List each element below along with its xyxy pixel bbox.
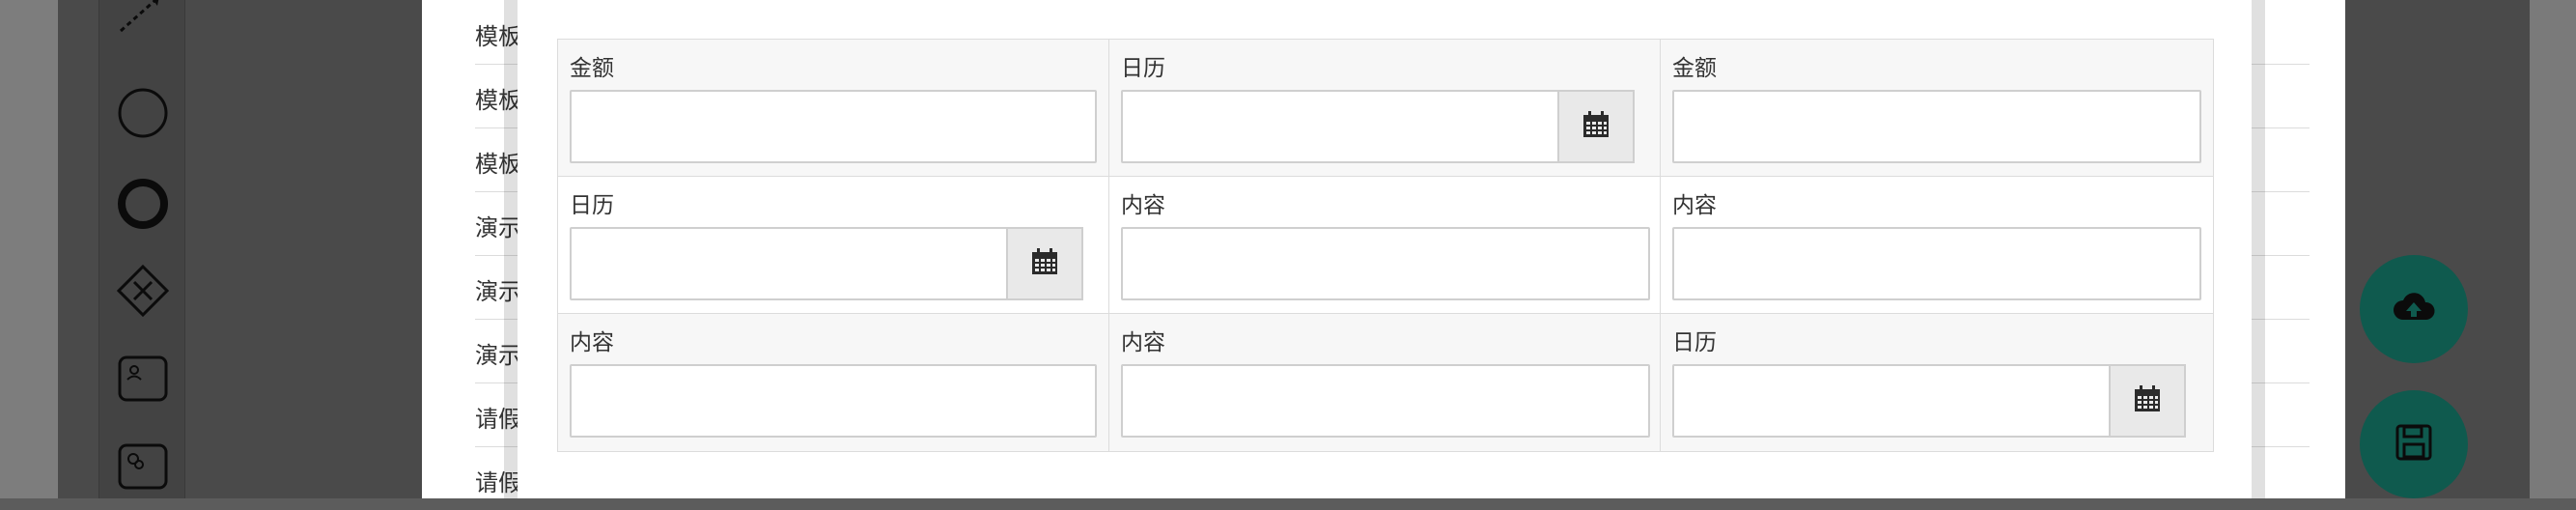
- calendar-button[interactable]: [1006, 227, 1083, 300]
- calendar-icon: [2133, 384, 2162, 417]
- form-cell: 日历: [558, 177, 1109, 314]
- date-input[interactable]: [1121, 90, 1559, 163]
- field-label: 日历: [1672, 330, 1717, 355]
- right-margin: [2530, 0, 2576, 498]
- form-cell: 日历: [1109, 40, 1661, 177]
- form-cell: 金额: [558, 40, 1109, 177]
- amount-input[interactable]: [1672, 90, 2201, 163]
- field-label: 内容: [570, 330, 614, 355]
- end-event-icon[interactable]: [117, 178, 169, 230]
- form-table: 金额 日历 金额 日历 内容 内容 内容 内容 日历: [557, 39, 2214, 452]
- start-event-icon[interactable]: [117, 87, 169, 139]
- date-input[interactable]: [1672, 364, 2111, 438]
- gateway-icon[interactable]: [117, 265, 169, 317]
- field-label: 日历: [570, 193, 614, 218]
- calendar-icon: [1030, 247, 1059, 280]
- form-cell: 日历: [1661, 314, 2213, 451]
- save-icon: [2394, 423, 2433, 466]
- content-input[interactable]: [1672, 227, 2201, 300]
- form-cell: 内容: [1109, 177, 1661, 314]
- field-label: 内容: [1672, 193, 1717, 218]
- save-button[interactable]: [2360, 390, 2468, 498]
- form-cell: 内容: [1109, 314, 1661, 451]
- content-input[interactable]: [1121, 227, 1650, 300]
- service-task-icon[interactable]: [117, 440, 169, 493]
- form-cell: 金额: [1661, 40, 2213, 177]
- cloud-upload-icon: [2392, 291, 2436, 327]
- tool-palette: [98, 0, 185, 498]
- form-cell: 内容: [1661, 177, 2213, 314]
- amount-input[interactable]: [570, 90, 1097, 163]
- date-input[interactable]: [570, 227, 1008, 300]
- calendar-button[interactable]: [2109, 364, 2186, 438]
- field-label: 内容: [1121, 330, 1165, 355]
- field-label: 金额: [570, 56, 614, 81]
- upload-button[interactable]: [2360, 255, 2468, 363]
- field-label: 日历: [1121, 56, 1165, 81]
- left-margin: [0, 0, 58, 498]
- content-input[interactable]: [1121, 364, 1650, 438]
- calendar-button[interactable]: [1557, 90, 1635, 163]
- field-label: 内容: [1121, 193, 1165, 218]
- form-cell: 内容: [558, 314, 1109, 451]
- content-input[interactable]: [570, 364, 1097, 438]
- connector-arrow-icon[interactable]: [117, 0, 169, 41]
- field-label: 金额: [1672, 56, 1717, 81]
- user-task-icon[interactable]: [117, 353, 169, 405]
- calendar-icon: [1582, 110, 1610, 143]
